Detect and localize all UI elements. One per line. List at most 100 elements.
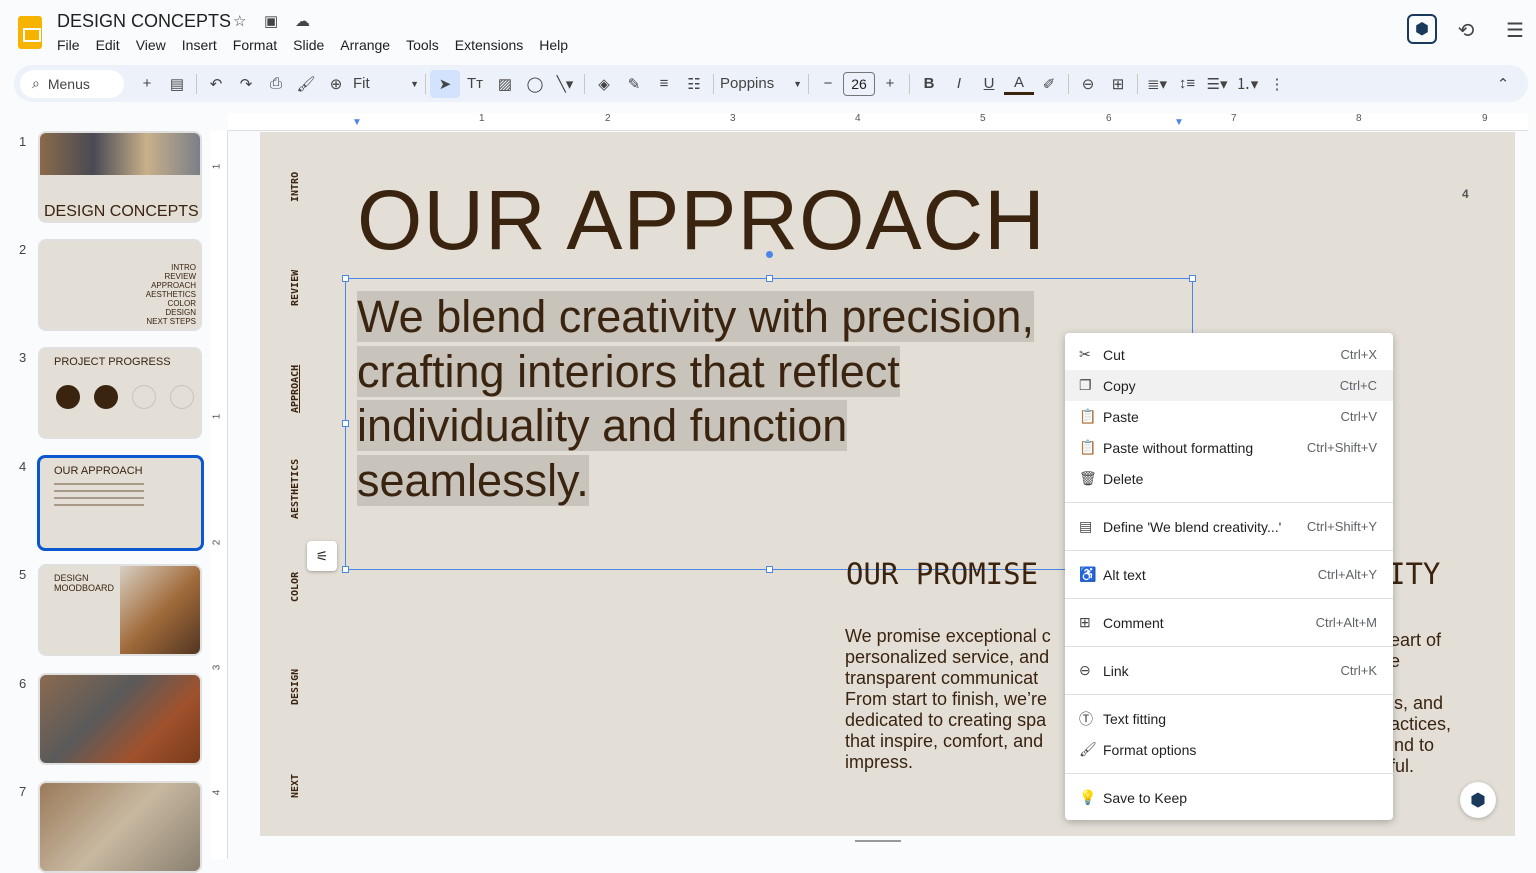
zoom-select[interactable]: Fit ▼ <box>351 70 421 98</box>
menu-help[interactable]: Help <box>539 37 576 53</box>
slide-thumbnail-2[interactable]: INTRO REVIEW APPROACH AESTHETICS COLOR DESIGN… <box>38 239 202 331</box>
shape-icon[interactable]: ◯ <box>520 70 550 98</box>
line-icon[interactable]: ╲▾ <box>550 70 580 98</box>
slide-thumbnail-4[interactable]: OUR APPROACH <box>37 455 204 551</box>
page-number: 4 <box>1462 187 1469 201</box>
bold-icon[interactable]: B <box>914 70 944 98</box>
menu-view[interactable]: View <box>136 37 174 53</box>
line-spacing-icon[interactable]: ↕≡ <box>1172 70 1202 98</box>
increase-font-icon[interactable]: + <box>875 70 905 98</box>
comment-icon[interactable]: ⊞ <box>1103 70 1133 98</box>
define-icon: ▤ <box>1079 518 1093 534</box>
horizontal-ruler[interactable]: 1 2 3 4 5 6 7 8 9 ▼ ▼ <box>228 113 1528 131</box>
slide-thumbnail-3[interactable]: PROJECT PROGRESS <box>38 347 202 439</box>
notes-drag-handle[interactable] <box>855 840 901 842</box>
menu-item-alt-text[interactable]: ♿ Alt text Ctrl+Alt+Y <box>1065 559 1393 590</box>
sustainability-heading[interactable]: ITY <box>1388 557 1440 591</box>
menu-item-save-to-keep[interactable]: 💡 Save to Keep <box>1065 782 1393 813</box>
menu-item-format-options[interactable]: 🖌 Format options <box>1065 734 1393 765</box>
left-indent-marker[interactable]: ▼ <box>352 117 362 128</box>
ruler-label: 1 <box>479 113 485 124</box>
slide-title[interactable]: OUR APPROACH <box>357 172 1046 269</box>
menu-file[interactable]: File <box>57 37 88 53</box>
text-box-icon[interactable]: Tт <box>460 70 490 98</box>
more-icon[interactable]: ⋮ <box>1262 70 1292 98</box>
menu-item-comment[interactable]: ⊞ Comment Ctrl+Alt+M <box>1065 607 1393 638</box>
menu-extensions[interactable]: Extensions <box>455 37 531 53</box>
extension-gem-icon[interactable]: ⬢ <box>1407 14 1437 44</box>
slide-thumbnail-5[interactable]: DESIGN MOODBOARD <box>38 564 202 656</box>
scissors-icon: ✂ <box>1079 346 1091 362</box>
highlight-icon[interactable]: ✐ <box>1034 70 1064 98</box>
collapse-toolbar-icon[interactable]: ⌃ <box>1488 70 1518 98</box>
border-dash-icon[interactable]: ☷ <box>679 70 709 98</box>
menu-item-paste-without-formatting[interactable]: 📋 Paste without formatting Ctrl+Shift+V <box>1065 432 1393 463</box>
font-size-input[interactable]: 26 <box>843 71 875 96</box>
link-icon[interactable]: ⊖ <box>1073 70 1103 98</box>
fill-color-icon[interactable]: ◈ <box>589 70 619 98</box>
resize-handle[interactable] <box>1189 275 1196 282</box>
menus-search[interactable]: ⌕ Menus <box>20 69 124 98</box>
print-icon[interactable]: ⎙ <box>261 70 291 98</box>
new-slide-icon[interactable]: + <box>132 70 162 98</box>
zoom-value: Fit <box>353 75 370 92</box>
rotate-handle[interactable] <box>766 251 773 258</box>
redo-icon[interactable]: ↷ <box>231 70 261 98</box>
resize-handle[interactable] <box>766 275 773 282</box>
decrease-font-icon[interactable]: − <box>813 70 843 98</box>
menu-tools[interactable]: Tools <box>406 37 447 53</box>
slide-thumbnail-1[interactable]: DESIGN CONCEPTS <box>38 131 202 223</box>
menu-arrange[interactable]: Arrange <box>340 37 398 53</box>
menu-item-copy[interactable]: ❐ Copy Ctrl+C <box>1065 370 1393 401</box>
text-fitting-icon: Ⓣ <box>1079 710 1093 727</box>
underline-icon[interactable]: U <box>974 70 1004 98</box>
assistant-gem-icon[interactable]: ⬢ <box>1460 782 1496 818</box>
move-folder-icon[interactable]: ▣ <box>264 12 278 30</box>
menu-item-delete[interactable]: 🗑 Delete <box>1065 463 1393 494</box>
menu-item-define[interactable]: ▤ Define 'We blend creativity...' Ctrl+Shi… <box>1065 511 1393 542</box>
slides-logo[interactable] <box>18 16 42 49</box>
vertical-ruler[interactable]: 1 1 2 3 4 <box>210 131 228 859</box>
bulleted-list-icon[interactable]: ☰▾ <box>1202 70 1232 98</box>
promise-heading[interactable]: OUR PROMISE <box>846 557 1038 591</box>
italic-icon[interactable]: I <box>944 70 974 98</box>
menu-item-link[interactable]: ⊖ Link Ctrl+K <box>1065 655 1393 686</box>
right-indent-marker[interactable]: ▼ <box>1174 117 1184 128</box>
ruler-label: 1 <box>211 413 223 420</box>
numbered-list-icon[interactable]: ⒈▾ <box>1232 70 1262 98</box>
menu-slide[interactable]: Slide <box>293 37 332 53</box>
align-icon[interactable]: ≣▾ <box>1142 70 1172 98</box>
star-icon[interactable]: ☆ <box>233 12 246 30</box>
document-title[interactable]: DESIGN CONCEPTS <box>57 11 231 32</box>
border-color-icon[interactable]: ✎ <box>619 70 649 98</box>
zoom-icon[interactable]: ⊕ <box>321 70 351 98</box>
text-color-icon[interactable]: A <box>1004 73 1034 95</box>
text-fitting-icon[interactable]: ⚟ <box>307 541 337 571</box>
select-tool-icon[interactable]: ➤ <box>430 69 460 98</box>
font-select[interactable]: Poppins ▼ <box>718 70 804 98</box>
resize-handle[interactable] <box>342 275 349 282</box>
resize-handle[interactable] <box>342 566 349 573</box>
undo-icon[interactable]: ↶ <box>201 70 231 98</box>
resize-handle[interactable] <box>766 566 773 573</box>
menu-item-text-fitting[interactable]: Ⓣ Text fitting <box>1065 703 1393 734</box>
image-icon[interactable]: ▨ <box>490 70 520 98</box>
menu-item-paste[interactable]: 📋 Paste Ctrl+V <box>1065 401 1393 432</box>
comments-icon[interactable]: ☰ <box>1499 14 1531 46</box>
lightbulb-icon: 💡 <box>1079 789 1097 805</box>
menu-insert[interactable]: Insert <box>182 37 225 53</box>
layout-icon[interactable]: ▤ <box>162 70 192 98</box>
menu-format[interactable]: Format <box>233 37 285 53</box>
version-history-icon[interactable]: ⟲ <box>1450 14 1482 46</box>
paint-format-icon[interactable]: 🖌 <box>291 70 321 98</box>
menu-item-cut[interactable]: ✂ Cut Ctrl+X <box>1065 339 1393 370</box>
cloud-status-icon[interactable]: ☁ <box>295 12 310 30</box>
menu-edit[interactable]: Edit <box>96 37 128 53</box>
slide-thumbnail-7[interactable] <box>38 781 202 873</box>
thumbnail-photo <box>120 566 200 654</box>
slide-thumbnail-6[interactable] <box>38 673 202 765</box>
promise-text[interactable]: We promise exceptional c personalized se… <box>845 626 1085 773</box>
sustainability-text[interactable]: eart of e is, and actices, ind to ful. <box>1390 630 1451 777</box>
border-weight-icon[interactable]: ≡ <box>649 70 679 98</box>
resize-handle[interactable] <box>342 420 349 427</box>
